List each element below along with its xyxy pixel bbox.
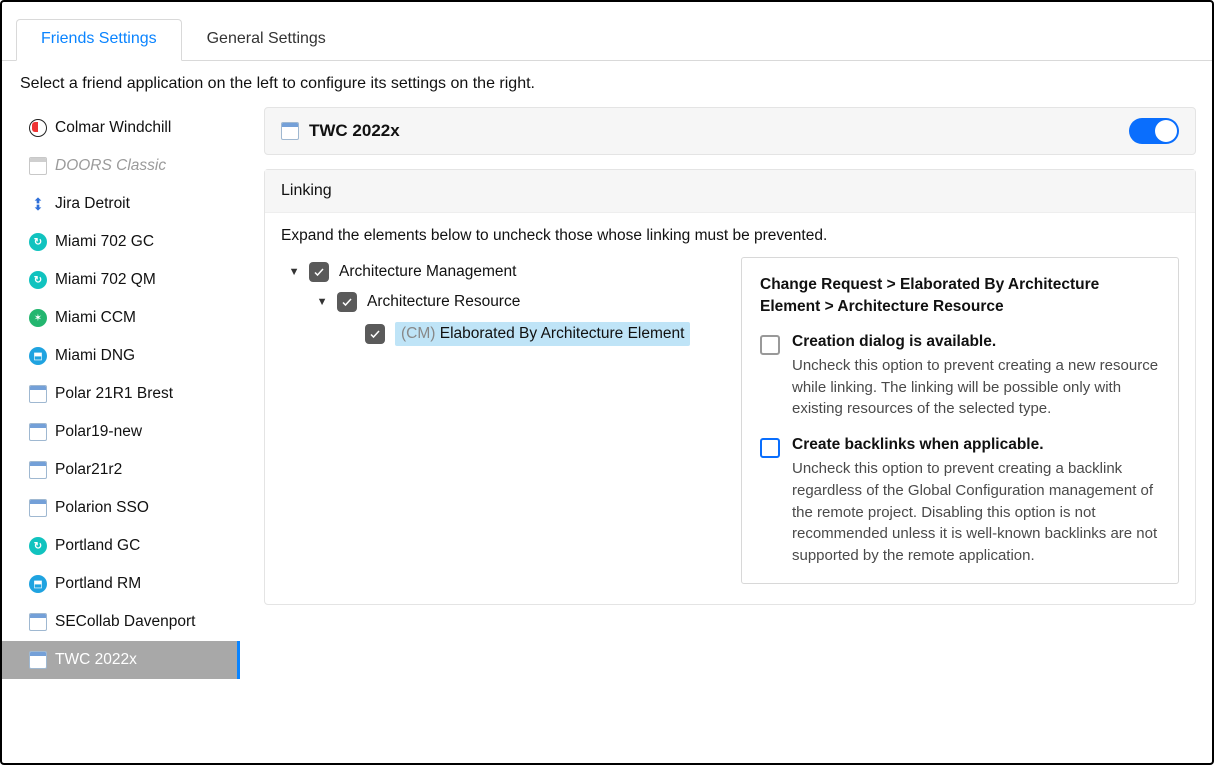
jira-icon <box>29 195 47 213</box>
tab-friends-settings[interactable]: Friends Settings <box>16 19 182 61</box>
option-title: Create backlinks when applicable. <box>792 436 1160 454</box>
app-frame: Friends Settings General Settings Select… <box>0 0 1214 765</box>
sidebar-item-label: Colmar Windchill <box>55 119 171 137</box>
tree-node-architecture-resource[interactable]: ▼ Architecture Resource <box>289 287 711 317</box>
friend-header: TWC 2022x <box>264 107 1196 155</box>
tree-node-tag: (CM) <box>401 325 435 342</box>
window-icon <box>29 651 47 669</box>
sidebar-item-polar19-new[interactable]: Polar19-new <box>2 413 240 451</box>
option-checkbox[interactable] <box>760 335 780 355</box>
sidebar-item-label: TWC 2022x <box>55 651 137 669</box>
tree-node-text: Elaborated By Architecture Element <box>440 325 685 342</box>
tree-checkbox[interactable] <box>337 292 357 312</box>
window-icon <box>29 157 47 175</box>
linking-section-title: Linking <box>265 170 1195 213</box>
window-icon <box>29 385 47 403</box>
sidebar-item-polar21r2[interactable]: Polar21r2 <box>2 451 240 489</box>
linking-section-body: Expand the elements below to uncheck tho… <box>265 213 1195 604</box>
sidebar-item-polarion-sso[interactable]: Polarion SSO <box>2 489 240 527</box>
option-body: Create backlinks when applicable. Unchec… <box>792 436 1160 567</box>
sidebar-item-jira-detroit[interactable]: Jira Detroit <box>2 185 240 223</box>
sidebar-item-label: Portland RM <box>55 575 141 593</box>
window-icon <box>29 423 47 441</box>
content-body: Colmar Windchill DOORS Classic Jira Detr… <box>2 103 1212 763</box>
sidebar-item-label: Miami 702 GC <box>55 233 154 251</box>
option-title: Creation dialog is available. <box>792 333 1160 351</box>
circle-icon: ↻ <box>29 271 47 289</box>
tree-node-label: Architecture Resource <box>367 293 520 311</box>
circle-icon: ⬒ <box>29 347 47 365</box>
sidebar-item-colmar-windchill[interactable]: Colmar Windchill <box>2 109 240 147</box>
linking-detail-panel: Change Request > Elaborated By Architect… <box>741 257 1179 584</box>
tab-general-settings[interactable]: General Settings <box>182 19 351 61</box>
circle-icon: ↻ <box>29 233 47 251</box>
window-icon <box>281 122 299 140</box>
sidebar-item-label: DOORS Classic <box>55 157 166 175</box>
circle-icon: ↻ <box>29 537 47 555</box>
detail-breadcrumb: Change Request > Elaborated By Architect… <box>760 274 1160 319</box>
main-panel: TWC 2022x Linking Expand the elements be… <box>240 103 1212 763</box>
tree-node-label: Architecture Management <box>339 263 516 281</box>
tree-node-architecture-management[interactable]: ▼ Architecture Management <box>289 257 711 287</box>
window-icon <box>29 499 47 517</box>
sidebar-item-label: Portland GC <box>55 537 140 555</box>
sidebar-item-label: Polar 21R1 Brest <box>55 385 173 403</box>
page-instruction: Select a friend application on the left … <box>2 61 1212 103</box>
friend-header-left: TWC 2022x <box>281 121 400 141</box>
sidebar-item-label: Miami DNG <box>55 347 135 365</box>
friends-sidebar: Colmar Windchill DOORS Classic Jira Detr… <box>2 103 240 763</box>
sidebar-item-portland-rm[interactable]: ⬒ Portland RM <box>2 565 240 603</box>
circle-icon: ⬒ <box>29 575 47 593</box>
circle-icon: ✶ <box>29 309 47 327</box>
option-create-backlinks: Create backlinks when applicable. Unchec… <box>760 436 1160 567</box>
tree-node-elaborated-by-architecture-element[interactable]: (CM) Elaborated By Architecture Element <box>289 317 711 351</box>
linking-section: Linking Expand the elements below to unc… <box>264 169 1196 605</box>
option-body: Creation dialog is available. Uncheck th… <box>792 333 1160 420</box>
tree-checkbox[interactable] <box>309 262 329 282</box>
sidebar-item-miami-dng[interactable]: ⬒ Miami DNG <box>2 337 240 375</box>
sidebar-item-label: Miami CCM <box>55 309 136 327</box>
tab-bar: Friends Settings General Settings <box>2 4 1212 61</box>
sidebar-item-twc-2022x[interactable]: TWC 2022x <box>2 641 240 679</box>
sidebar-item-label: Polar19-new <box>55 423 142 441</box>
sidebar-item-miami-702-qm[interactable]: ↻ Miami 702 QM <box>2 261 240 299</box>
caret-down-icon[interactable]: ▼ <box>317 296 327 308</box>
linking-section-sub: Expand the elements below to uncheck tho… <box>281 227 1179 245</box>
linking-content: ▼ Architecture Management ▼ <box>281 257 1179 584</box>
friend-enable-toggle[interactable] <box>1129 118 1179 144</box>
sidebar-item-label: SECollab Davenport <box>55 613 195 631</box>
window-icon <box>29 461 47 479</box>
tree-node-label: (CM) Elaborated By Architecture Element <box>395 322 690 346</box>
sidebar-item-label: Jira Detroit <box>55 195 130 213</box>
sidebar-item-secollab-davenport[interactable]: SECollab Davenport <box>2 603 240 641</box>
sidebar-item-label: Polar21r2 <box>55 461 122 479</box>
option-creation-dialog: Creation dialog is available. Uncheck th… <box>760 333 1160 420</box>
caret-down-icon[interactable]: ▼ <box>289 266 299 278</box>
friend-title: TWC 2022x <box>309 121 400 141</box>
linking-tree: ▼ Architecture Management ▼ <box>281 257 711 351</box>
sidebar-item-doors-classic[interactable]: DOORS Classic <box>2 147 240 185</box>
sidebar-item-miami-702-gc[interactable]: ↻ Miami 702 GC <box>2 223 240 261</box>
sidebar-item-miami-ccm[interactable]: ✶ Miami CCM <box>2 299 240 337</box>
colmar-icon <box>29 119 47 137</box>
sidebar-item-label: Polarion SSO <box>55 499 149 517</box>
window-icon <box>29 613 47 631</box>
sidebar-item-polar-21r1-brest[interactable]: Polar 21R1 Brest <box>2 375 240 413</box>
option-desc: Uncheck this option to prevent creating … <box>792 458 1160 567</box>
sidebar-item-label: Miami 702 QM <box>55 271 156 289</box>
sidebar-item-portland-gc[interactable]: ↻ Portland GC <box>2 527 240 565</box>
tree-checkbox[interactable] <box>365 324 385 344</box>
option-checkbox[interactable] <box>760 438 780 458</box>
option-desc: Uncheck this option to prevent creating … <box>792 355 1160 420</box>
